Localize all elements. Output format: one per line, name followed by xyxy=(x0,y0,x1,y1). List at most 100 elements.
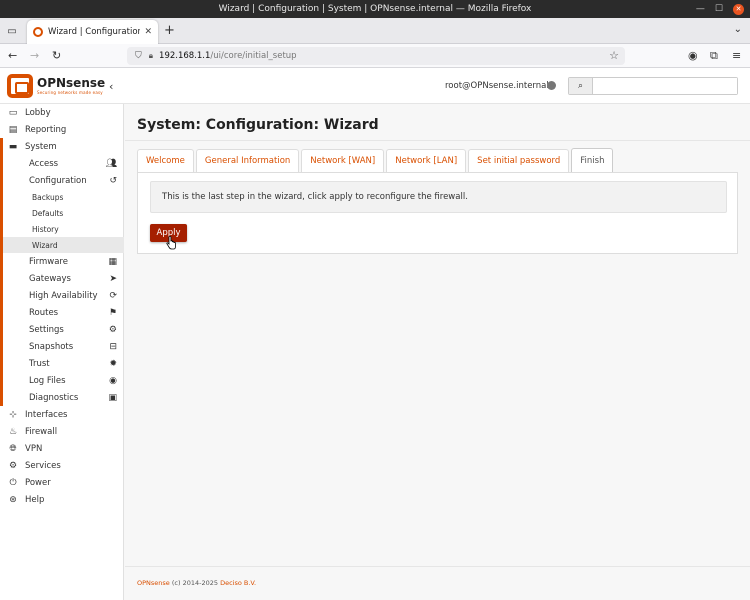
sidebar-item-snapshots[interactable]: Snapshots ⊟ xyxy=(0,338,124,355)
sidebar-item-wizard[interactable]: Wizard xyxy=(0,237,124,253)
sidebar-item-label: Backups xyxy=(32,192,64,202)
maximize-icon[interactable]: ☐ xyxy=(715,4,723,14)
tab-welcome[interactable]: Welcome xyxy=(137,149,194,172)
sitemap-icon: ⊹ xyxy=(9,409,17,420)
users-icon: 👥︎ xyxy=(105,158,117,169)
browser-tab-title: Wizard | Configuration | Sy xyxy=(48,27,141,37)
hand-cursor-icon xyxy=(166,236,176,250)
url-path: /ui/core/initial_setup xyxy=(210,51,297,61)
tab-list-icon[interactable]: ▭ xyxy=(5,24,19,38)
sidebar-item-access[interactable]: Access 👥︎ xyxy=(0,155,124,172)
footer-brand-link[interactable]: OPNsense xyxy=(137,579,170,587)
url-bar[interactable]: ⛉ 🔒︎ 192.168.1.1 /ui/core/initial_setup … xyxy=(127,47,625,65)
logo-brand: OPNsense xyxy=(37,76,106,90)
list-all-tabs-icon[interactable]: ⌄ xyxy=(734,24,742,35)
status-indicator[interactable] xyxy=(547,81,556,90)
globe-icon: 🌐︎ xyxy=(9,443,17,454)
sidebar-item-firmware[interactable]: Firmware ▦ xyxy=(0,253,124,270)
tab-finish[interactable]: Finish xyxy=(571,148,614,172)
sidebar-item-label: System xyxy=(25,141,57,152)
sidebar-item-history[interactable]: History xyxy=(0,221,124,237)
bookmark-star-icon[interactable]: ☆ xyxy=(609,49,619,62)
back-icon[interactable]: ← xyxy=(8,49,17,63)
sidebar-item-system[interactable]: ▬ System xyxy=(0,138,124,155)
sidebar-item-services[interactable]: ⚙ Services xyxy=(0,457,124,474)
tab-network-wan[interactable]: Network [WAN] xyxy=(301,149,385,172)
sidebar-item-label: Help xyxy=(25,494,45,505)
sidebar-item-backups[interactable]: Backups xyxy=(0,189,124,205)
laptop-icon: ▭ xyxy=(8,107,18,118)
sidebar-item-label: Lobby xyxy=(25,107,51,118)
wizard-panel: This is the last step in the wizard, cli… xyxy=(137,172,738,254)
sidebar-item-settings[interactable]: Settings ⚙ xyxy=(0,321,124,338)
sidebar-item-firewall[interactable]: ♨ Firewall xyxy=(0,423,124,440)
minimize-icon[interactable]: — xyxy=(696,4,705,14)
close-tab-icon[interactable]: ✕ xyxy=(144,27,152,37)
search-icon[interactable]: ⌕ xyxy=(569,78,593,94)
tab-general-information[interactable]: General Information xyxy=(195,149,300,172)
logo-tagline: Securing networks made easy xyxy=(37,90,103,95)
opnsense-logo-mark-icon xyxy=(7,74,33,98)
extensions-icon[interactable]: ⧉ xyxy=(710,49,718,63)
cog-icon: ⚙ xyxy=(8,460,18,471)
browser-tab-active[interactable]: Wizard | Configuration | Sy ✕ xyxy=(27,20,158,44)
sidebar-item-label: Wizard xyxy=(32,240,58,250)
sidebar-item-reporting[interactable]: ▤ Reporting xyxy=(0,121,124,138)
server-icon: ▬ xyxy=(8,141,18,152)
browser-navbar: ← → ↻ ⛉ 🔒︎ 192.168.1.1 /ui/core/initial_… xyxy=(0,44,750,68)
close-window-icon[interactable]: ✕ xyxy=(733,3,744,15)
eye-icon: ◉ xyxy=(109,375,117,386)
sidebar-item-label: VPN xyxy=(25,443,43,454)
cogs-icon: ⚙ xyxy=(108,324,117,335)
certificate-icon: ✹ xyxy=(109,358,117,369)
signpost-icon: ⚑ xyxy=(108,307,117,318)
sidebar-collapse-chevron-icon[interactable]: ‹ xyxy=(109,80,113,93)
reload-icon[interactable]: ↻ xyxy=(52,49,61,63)
tab-set-initial-password[interactable]: Set initial password xyxy=(468,149,570,172)
new-tab-icon[interactable]: + xyxy=(164,24,175,37)
menu-icon[interactable]: ≡ xyxy=(732,49,741,62)
history-icon: ↺ xyxy=(109,175,117,186)
sidebar-item-diagnostics[interactable]: Diagnostics ▣ xyxy=(0,389,124,406)
sidebar-item-gateways[interactable]: Gateways ➤ xyxy=(0,270,124,287)
tracking-shield-icon[interactable]: ⛉ xyxy=(135,51,142,61)
browser-tabstrip: ▭ Wizard | Configuration | Sy ✕ + ⌄ xyxy=(0,18,750,44)
opnsense-logo[interactable]: OPNsense Securing networks made easy xyxy=(7,74,105,98)
page-header: OPNsense Securing networks made easy ‹ r… xyxy=(0,68,750,104)
sidebar-item-interfaces[interactable]: ⊹ Interfaces xyxy=(0,406,124,423)
sidebar-item-label: High Availability xyxy=(29,290,98,301)
sidebar-item-power[interactable]: ⏻ Power xyxy=(0,474,124,491)
tab-network-lan[interactable]: Network [LAN] xyxy=(386,149,467,172)
account-icon[interactable]: ◉ xyxy=(688,49,698,62)
opnsense-favicon-icon xyxy=(33,27,43,37)
sidebar: ▭ Lobby ▤ Reporting ▬ System Access 👥︎ C… xyxy=(0,104,124,600)
sidebar-item-vpn[interactable]: 🌐︎ VPN xyxy=(0,440,124,457)
sidebar-item-label: Diagnostics xyxy=(29,392,79,403)
forward-icon[interactable]: → xyxy=(30,49,39,63)
window-controls: — ☐ ✕ xyxy=(696,0,744,18)
life-ring-icon: ⊛ xyxy=(9,494,17,505)
search-input[interactable] xyxy=(593,78,737,94)
sidebar-item-log-files[interactable]: Log Files ◉ xyxy=(0,372,124,389)
sidebar-item-configuration[interactable]: Configuration ↺ xyxy=(0,172,124,189)
lock-icon[interactable]: 🔒︎ xyxy=(149,51,153,61)
sidebar-item-trust[interactable]: Trust ✹ xyxy=(0,355,124,372)
medkit-icon: ▣ xyxy=(108,392,117,403)
fire-icon: ♨ xyxy=(8,426,18,437)
sidebar-item-lobby[interactable]: ▭ Lobby xyxy=(0,104,124,121)
footer-copyright: (c) 2014-2025 xyxy=(169,579,221,587)
refresh-icon: ⟳ xyxy=(109,290,117,301)
sidebar-item-label: Reporting xyxy=(25,124,67,135)
sidebar-item-routes[interactable]: Routes ⚑ xyxy=(0,304,124,321)
sidebar-item-label: Log Files xyxy=(29,375,66,386)
sidebar-item-defaults[interactable]: Defaults xyxy=(0,205,124,221)
sidebar-item-high-availability[interactable]: High Availability ⟳ xyxy=(0,287,124,304)
search-box: ⌕ xyxy=(568,77,738,95)
user-label[interactable]: root@OPNsense.internal xyxy=(445,81,549,91)
footer: OPNsense (c) 2014-2025 Deciso B.V. xyxy=(137,579,256,587)
footer-company-link[interactable]: Deciso B.V. xyxy=(220,579,256,587)
wizard-tabs: Welcome General Information Network [WAN… xyxy=(137,148,615,172)
sidebar-item-label: Access xyxy=(29,158,59,169)
sidebar-item-help[interactable]: ⊛ Help xyxy=(0,491,124,508)
sidebar-item-label: Gateways xyxy=(29,273,71,284)
